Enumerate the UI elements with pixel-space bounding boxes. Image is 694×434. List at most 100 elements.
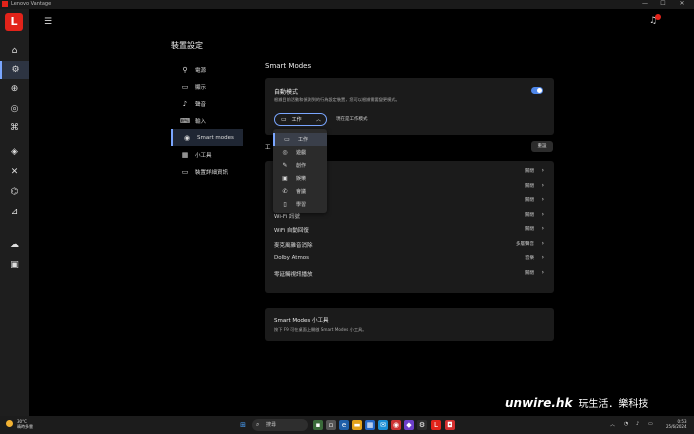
mail-icon[interactable]: ✉	[378, 420, 388, 430]
watermark-brand: unwire.hk	[505, 396, 573, 410]
widgets-taskbar-icon[interactable]: ▪	[313, 420, 323, 430]
weather-desc: 晴時多雲	[17, 424, 33, 429]
nav-item-device-details[interactable]: ▭ 裝置詳細資訊	[171, 163, 243, 180]
dropdown-option-work[interactable]: ▭ 工作	[273, 133, 327, 146]
task-view-icon[interactable]: ▫	[326, 420, 336, 430]
minimize-button[interactable]: —	[638, 0, 652, 7]
security-icon[interactable]: ◈	[0, 143, 29, 161]
settings-row[interactable]: 麥克風雜音消除 多層聲音 ›	[265, 237, 554, 252]
smart-modes-icon: ◉	[183, 133, 191, 142]
app-window: Lenovo Vantage — ☐ ✕ L ⌂ ⚙ ⊕ ◎ ⌘ ◈ ✕ ⌬ ⊿…	[0, 0, 694, 416]
subsection-title: 工	[265, 145, 271, 151]
reset-button[interactable]: 重設	[531, 141, 553, 152]
chevron-right-icon: ›	[541, 239, 544, 247]
battery-icon[interactable]: ▭	[648, 421, 653, 427]
store-icon[interactable]: ▦	[365, 420, 375, 430]
keyboard-icon: ⌨	[180, 116, 191, 125]
widgets-icon: ▦	[181, 150, 189, 159]
settings-row[interactable]: WiFi 自動回復 關閉 ›	[265, 222, 554, 237]
row-value: 關閉	[525, 212, 534, 218]
option-label: 工作	[298, 137, 309, 143]
row-value: 關閉	[525, 270, 534, 276]
nav-item-smart-modes[interactable]: ◉ Smart modes	[171, 129, 243, 146]
apps-icon[interactable]: ◎	[0, 100, 29, 118]
row-value: 多層聲音	[516, 241, 534, 247]
sun-icon	[6, 420, 13, 427]
settings-row[interactable]: 零延觸視訊播放 關閉 ›	[265, 266, 554, 281]
wifi-icon[interactable]: ◔	[624, 421, 628, 427]
watermark: unwire.hk 玩生活．樂科技	[505, 395, 648, 410]
device-settings-icon[interactable]: ⚙	[0, 61, 29, 79]
tray-chevron-icon[interactable]: ︿	[610, 421, 615, 428]
option-label: 創作	[296, 163, 307, 169]
dropdown-option-learning[interactable]: ▯ 學習	[273, 198, 327, 211]
auto-mode-card: 自動模式 根據目前活動和偵測到的行為設定裝置，您可以根據需要變更模式。 ▭ 工作…	[265, 78, 554, 135]
support-icon[interactable]: ⊿	[0, 203, 29, 221]
settings-app-icon[interactable]: ⚙	[417, 420, 427, 430]
nav-label: 顯示	[195, 84, 207, 91]
auto-mode-description: 根據目前活動和偵測到的行為設定裝置，您可以根據需要變更模式。	[274, 97, 400, 102]
row-label: Dolby Atmos	[274, 255, 310, 261]
volume-icon[interactable]: ♪	[636, 421, 639, 427]
mode-select[interactable]: ▭ 工作 ︿	[274, 113, 327, 126]
nav-item-audio[interactable]: ♪ 聲音	[171, 95, 243, 112]
row-label: 麥克風雜音消除	[274, 242, 313, 249]
dropdown-option-meeting[interactable]: ✆ 會議	[273, 185, 327, 198]
option-label: 會議	[296, 189, 307, 195]
start-icon[interactable]: ⊞	[238, 420, 248, 430]
chevron-right-icon: ›	[541, 167, 544, 174]
window-title: Lenovo Vantage	[11, 1, 52, 7]
chevron-right-icon: ›	[541, 254, 544, 261]
dropdown-option-create[interactable]: ✎ 創作	[273, 159, 327, 172]
edge-icon[interactable]: e	[339, 420, 349, 430]
app-icon-2[interactable]: ◘	[445, 420, 455, 430]
tools-icon[interactable]: ✕	[0, 163, 29, 181]
offers-icon[interactable]: ⌘	[0, 119, 29, 137]
chevron-right-icon: ›	[541, 181, 544, 189]
lock-icon[interactable]: ▣	[0, 256, 29, 274]
row-value: 關閉	[525, 198, 534, 203]
maximize-button[interactable]: ☐	[656, 0, 670, 7]
gamepad-icon: ◎	[282, 149, 288, 156]
chrome-icon[interactable]: ◉	[391, 420, 401, 430]
widget-card[interactable]: Smart Modes 小工具 按下 F9 可在桌面上開啟 Smart Mode…	[265, 308, 554, 341]
vantage-taskbar-icon[interactable]: L	[431, 420, 441, 430]
row-label: 零延觸視訊播放	[274, 271, 313, 278]
widget-description: 按下 F9 可在桌面上開啟 Smart Modes 小工具。	[274, 327, 367, 332]
auto-mode-toggle[interactable]	[531, 87, 543, 94]
file-explorer-icon[interactable]: ▬	[352, 420, 362, 430]
network-icon[interactable]: ⌬	[0, 183, 29, 201]
nav-item-widgets[interactable]: ▦ 小工具	[171, 146, 243, 163]
laptop-icon: ▭	[281, 116, 287, 123]
cloud-icon[interactable]: ☁	[0, 236, 29, 254]
page-title: 裝置設定	[171, 41, 203, 50]
chevron-right-icon: ›	[541, 210, 544, 218]
taskbar: 30°C 晴時多雲 ⊞ ⌕ 搜尋 ▪ ▫ e ▬ ▦ ✉ ◉ ◆ ⚙ L ◘ ︿ ◔…	[0, 416, 694, 434]
nav-label: 電源	[195, 67, 207, 74]
row-value: 關閉	[525, 169, 534, 174]
notification-bell-icon[interactable]: ♫	[649, 14, 661, 26]
laptop-icon: ▭	[181, 167, 189, 176]
app-icon[interactable]: ◆	[404, 420, 414, 430]
chevron-up-icon: ︿	[315, 117, 321, 123]
settings-row[interactable]: Dolby Atmos 音樂 ›	[265, 251, 554, 266]
dropdown-option-entertainment[interactable]: ▣ 娛樂	[273, 172, 327, 185]
nav-item-display[interactable]: ▭ 顯示	[171, 78, 243, 95]
title-bar: Lenovo Vantage — ☐ ✕	[0, 0, 694, 9]
nav-item-input[interactable]: ⌨ 輸入	[171, 112, 243, 129]
taskbar-search[interactable]: ⌕ 搜尋	[252, 419, 308, 431]
display-icon: ▭	[181, 82, 189, 91]
gift-icon[interactable]: ⊕	[0, 80, 29, 98]
row-value: 關閉	[525, 183, 534, 189]
mode-dropdown-menu: ▭ 工作 ◎ 遊戲 ✎ 創作 ▣ 娛樂 ✆ 會議 ▯ 學習	[273, 129, 327, 213]
clock[interactable]: 0:53 25/6/2024	[666, 419, 687, 429]
chevron-right-icon: ›	[541, 196, 544, 203]
date: 25/6/2024	[666, 424, 687, 429]
dropdown-option-gaming[interactable]: ◎ 遊戲	[273, 146, 327, 159]
nav-label: 聲音	[195, 101, 207, 108]
home-icon[interactable]: ⌂	[0, 42, 29, 60]
close-button[interactable]: ✕	[675, 0, 689, 7]
menu-collapse-icon[interactable]: ☰	[44, 17, 52, 27]
audio-icon: ♪	[182, 99, 188, 108]
nav-item-power[interactable]: ⚲ 電源	[171, 61, 243, 78]
